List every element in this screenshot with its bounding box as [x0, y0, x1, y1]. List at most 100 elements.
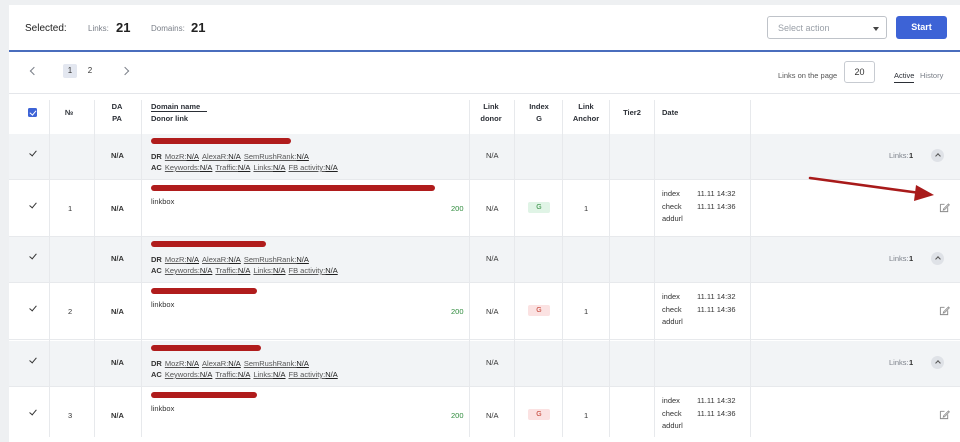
- column-divider: [609, 100, 610, 437]
- link-da-pa: N/A: [111, 204, 124, 213]
- domain-metrics-dr: DR MozR:N/A AlexaR:N/A SemRushRank:N/A: [151, 152, 309, 161]
- header-tier2: Tier2: [623, 108, 641, 117]
- column-divider: [654, 100, 655, 437]
- checkbox-icon[interactable]: [29, 407, 37, 416]
- chevron-left-icon[interactable]: [29, 66, 39, 76]
- edit-icon[interactable]: [939, 409, 950, 420]
- domain-metrics-ac: AC Keywords:N/A Traffic:N/A Links:N/A FB act…: [151, 266, 338, 275]
- domains-count-value: 21: [191, 20, 206, 35]
- redacted-domain: [151, 345, 261, 351]
- chevron-right-icon[interactable]: [120, 66, 130, 76]
- date-values: 11.11 14:32 11.11 14:36: [697, 189, 736, 211]
- header-index-1: Index: [529, 102, 549, 111]
- redacted-domain: [151, 138, 291, 144]
- link-da-pa: N/A: [111, 411, 124, 420]
- header-link-anchor-1: Link: [578, 102, 594, 111]
- chevron-up-icon[interactable]: [931, 356, 944, 369]
- redacted-donor-link: [151, 392, 257, 398]
- link-score: 200: [451, 307, 464, 316]
- selection-toolbar: Selected: Links: 21 Domains: 21 Select a…: [9, 5, 960, 52]
- main-panel: Selected: Links: 21 Domains: 21 Select a…: [9, 5, 960, 442]
- link-anchor-value: 1: [584, 204, 589, 213]
- domain-link-donor: N/A: [486, 254, 499, 263]
- page-2-button[interactable]: 2: [83, 64, 97, 78]
- header-link-donor-2: donor: [480, 114, 502, 123]
- date-values: 11.11 14:32 11.11 14:36: [697, 396, 736, 418]
- header-divider: [151, 111, 207, 112]
- link-score: 200: [451, 204, 464, 213]
- domain-links-count: 1: [909, 358, 914, 367]
- column-divider: [562, 100, 563, 437]
- domain-links-label: Links:: [889, 254, 909, 263]
- action-select[interactable]: Select action: [767, 16, 887, 39]
- domain-da-pa: N/A: [111, 358, 124, 367]
- header-date: Date: [662, 108, 679, 117]
- link-da-pa: N/A: [111, 307, 124, 316]
- column-divider: [94, 100, 95, 437]
- domain-da-pa: N/A: [111, 151, 124, 160]
- header-donor-link: Donor link: [151, 114, 189, 123]
- column-divider: [514, 100, 515, 437]
- domain-da-pa: N/A: [111, 254, 124, 263]
- domain-links-label: Links:: [889, 358, 909, 367]
- tab-history[interactable]: History: [920, 71, 943, 80]
- header-num: №: [64, 108, 74, 117]
- select-all-checkbox[interactable]: [28, 108, 37, 117]
- redacted-donor-link: [151, 185, 435, 191]
- pagination-bar: 1 2 Links on the page 20 Active History: [9, 52, 960, 94]
- tab-active[interactable]: Active: [894, 71, 915, 83]
- index-g-badge: G: [528, 202, 550, 213]
- checkbox-icon[interactable]: [29, 200, 37, 209]
- checkbox-icon[interactable]: [29, 251, 37, 260]
- table-row[interactable]: 2 N/A linkbox 200 N/A G 1 index check ad…: [9, 282, 960, 340]
- anchor-text: linkbox: [151, 404, 175, 413]
- column-divider: [49, 100, 50, 437]
- checkbox-icon[interactable]: [29, 355, 37, 364]
- redacted-donor-link: [151, 288, 257, 294]
- redacted-domain: [151, 241, 266, 247]
- header-link-anchor-2: Anchor: [572, 114, 600, 123]
- anchor-text: linkbox: [151, 300, 175, 309]
- links-on-page-label: Links on the page: [778, 71, 838, 80]
- edit-icon[interactable]: [939, 305, 950, 316]
- edit-icon[interactable]: [939, 202, 950, 213]
- domain-row[interactable]: N/A DR MozR:N/A AlexaR:N/A SemRushRank:N/A …: [9, 134, 960, 179]
- domain-link-donor: N/A: [486, 151, 499, 160]
- link-anchor-value: 1: [584, 307, 589, 316]
- domain-links-label: Links:: [889, 151, 909, 160]
- table-row[interactable]: 3 N/A linkbox 200 N/A G 1 index check ad…: [9, 386, 960, 442]
- chevron-up-icon[interactable]: [931, 149, 944, 162]
- link-donor-value: N/A: [486, 411, 499, 420]
- links-count-value: 21: [116, 20, 131, 35]
- chevron-up-icon[interactable]: [931, 252, 944, 265]
- links-on-page-input[interactable]: 20: [844, 61, 875, 83]
- date-labels: index check addurl: [662, 292, 683, 326]
- link-score: 200: [451, 411, 464, 420]
- domain-metrics-ac: AC Keywords:N/A Traffic:N/A Links:N/A FB act…: [151, 163, 338, 172]
- checkbox-icon[interactable]: [29, 148, 37, 157]
- date-labels: index check addurl: [662, 189, 683, 223]
- index-g-badge: G: [528, 409, 550, 420]
- caret-down-icon: [873, 27, 879, 31]
- header-pa: PA: [112, 114, 122, 123]
- link-donor-value: N/A: [486, 204, 499, 213]
- link-anchor-value: 1: [584, 411, 589, 420]
- page-1-button[interactable]: 1: [63, 64, 77, 78]
- selected-label: Selected:: [25, 23, 67, 34]
- checkbox-icon[interactable]: [29, 303, 37, 312]
- domain-metrics-ac: AC Keywords:N/A Traffic:N/A Links:N/A FB act…: [151, 370, 338, 379]
- header-da: DA: [111, 102, 123, 111]
- link-donor-value: N/A: [486, 307, 499, 316]
- links-count-label: Links:: [88, 24, 109, 33]
- arrow-annotation: [808, 176, 934, 201]
- domain-links-count: 1: [909, 254, 914, 263]
- index-g-badge: G: [528, 305, 550, 316]
- start-button[interactable]: Start: [896, 16, 947, 39]
- date-labels: index check addurl: [662, 396, 683, 430]
- action-select-placeholder: Select action: [778, 23, 830, 33]
- domain-row[interactable]: N/A DR MozR:N/A AlexaR:N/A SemRushRank:N/A …: [9, 341, 960, 386]
- domain-row[interactable]: N/A DR MozR:N/A AlexaR:N/A SemRushRank:N/A …: [9, 237, 960, 282]
- domain-metrics-dr: DR MozR:N/A AlexaR:N/A SemRushRank:N/A: [151, 255, 309, 264]
- row-number: 1: [68, 204, 73, 213]
- domains-count-label: Domains:: [151, 24, 185, 33]
